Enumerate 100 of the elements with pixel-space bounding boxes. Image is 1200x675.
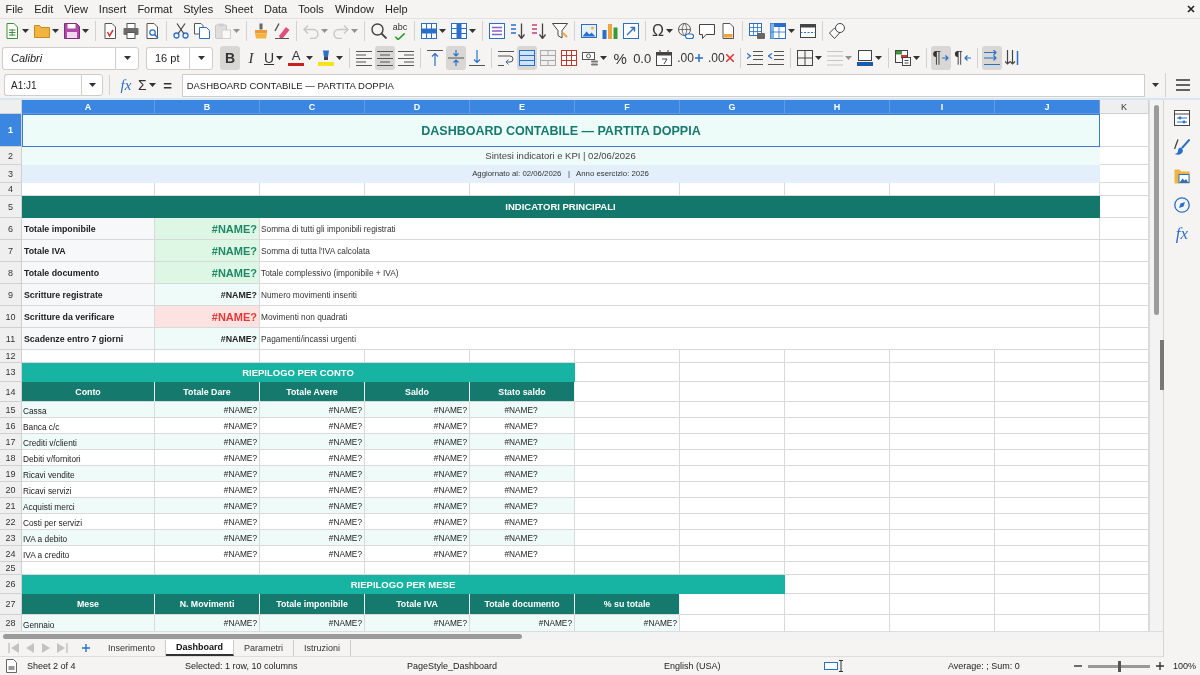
menu-item[interactable]: Window <box>329 0 380 18</box>
row-header[interactable]: 18 <box>0 450 22 467</box>
row-header[interactable]: 25 <box>0 562 22 576</box>
row-header[interactable]: 28 <box>0 615 22 632</box>
row-header[interactable]: 27 <box>0 594 22 616</box>
row-header[interactable]: 13 <box>0 363 22 383</box>
menu-item[interactable]: Format <box>131 0 178 18</box>
menu-item[interactable]: Insert <box>93 0 132 18</box>
row-header[interactable]: 9 <box>0 284 22 307</box>
percent-button[interactable]: % <box>610 46 631 70</box>
column-header[interactable]: F <box>575 100 680 115</box>
column-header[interactable]: I <box>890 100 995 115</box>
menu-item[interactable]: Styles <box>177 0 219 18</box>
bold-button[interactable]: B <box>220 46 240 70</box>
column-header[interactable]: E <box>470 100 575 115</box>
column-header[interactable]: D <box>365 100 470 115</box>
table-cell: #NAME? <box>365 615 470 632</box>
image-icon <box>581 23 597 40</box>
column-header[interactable]: H <box>785 100 890 115</box>
row-header[interactable]: 7 <box>0 240 22 263</box>
column-heading-cell: Totale imponibile <box>260 594 365 616</box>
function-wizard-button[interactable]: fx <box>116 74 136 97</box>
table-cell: #NAME? <box>260 615 365 632</box>
dropdown-button[interactable] <box>189 46 213 70</box>
align-middle-button[interactable] <box>446 46 467 70</box>
left-to-right-button[interactable]: ¶ <box>930 46 952 70</box>
row-header[interactable]: 11 <box>0 328 22 351</box>
special-character-button[interactable]: Ω <box>650 20 675 43</box>
zoom-in-button[interactable] <box>1156 662 1164 671</box>
row-header[interactable]: 6 <box>0 218 22 241</box>
row-header[interactable]: 8 <box>0 262 22 285</box>
zoom-out-button[interactable] <box>1074 665 1082 668</box>
menu-item[interactable]: Edit <box>28 0 59 18</box>
zoom-level: 100% <box>1173 661 1197 672</box>
row-header[interactable]: 19 <box>0 466 22 483</box>
row-header[interactable]: 17 <box>0 434 22 451</box>
row-header[interactable]: 2 <box>0 147 22 166</box>
column-header[interactable]: C <box>260 100 365 115</box>
row-header[interactable]: 22 <box>0 514 22 531</box>
functions-button[interactable]: fx <box>1169 222 1195 247</box>
column-header[interactable]: J <box>995 100 1100 115</box>
row-header[interactable]: 15 <box>0 402 22 419</box>
row-header[interactable]: 24 <box>0 546 22 563</box>
menu-item[interactable]: Sheet <box>218 0 259 18</box>
text-horizontal-button[interactable] <box>981 46 1002 70</box>
sum-info: Average: ; Sum: 0 <box>948 661 1020 672</box>
caret-icon <box>306 56 314 60</box>
column-header[interactable]: A <box>22 100 155 115</box>
row-header[interactable]: 23 <box>0 530 22 547</box>
table-cell: #NAME? <box>470 402 575 419</box>
row-header[interactable]: 10 <box>0 306 22 329</box>
row-header[interactable]: 5 <box>0 196 22 219</box>
indicator-value-cell: #NAME? <box>155 262 260 285</box>
row-header[interactable]: 26 <box>0 575 22 595</box>
dropdown-button[interactable] <box>115 46 139 70</box>
right-to-left-button[interactable]: ¶ <box>952 46 973 70</box>
sheet-tab[interactable]: Istruzioni <box>294 640 352 657</box>
sum-button[interactable]: Σ <box>136 74 158 97</box>
row-header[interactable]: 20 <box>0 482 22 499</box>
menu-item[interactable]: Data <box>258 0 293 18</box>
menu-item[interactable]: Help <box>379 0 414 18</box>
column-header[interactable]: B <box>155 100 260 115</box>
row-header[interactable]: 16 <box>0 418 22 435</box>
row-header[interactable]: 12 <box>0 350 22 364</box>
merge-center-button[interactable] <box>517 46 538 70</box>
font-color-button[interactable]: A <box>286 46 316 70</box>
column-header[interactable]: G <box>680 100 785 115</box>
row-header[interactable]: 4 <box>0 183 22 197</box>
formula-button[interactable]: = <box>157 74 178 97</box>
rectangle-cursor-icon <box>824 660 844 673</box>
formula-input-field[interactable]: DASHBOARD CONTABILE — PARTITA DOPPIA <box>181 73 1145 97</box>
font-name-field[interactable]: Calibri <box>2 46 115 70</box>
align-center-button[interactable] <box>375 46 396 70</box>
font-size-field[interactable]: 16 pt <box>146 46 189 70</box>
select-all-corner[interactable] <box>0 100 22 115</box>
sidebar-handle[interactable] <box>1160 340 1164 391</box>
menu-item[interactable]: Tools <box>292 0 330 18</box>
row-header[interactable]: 1 <box>0 114 22 148</box>
last-arrow-icon <box>56 642 68 655</box>
italic-button[interactable]: I <box>241 46 261 70</box>
sheet-tab[interactable]: Dashboard <box>166 640 235 657</box>
spelling-button[interactable]: abc <box>390 20 410 43</box>
row-header[interactable]: 3 <box>0 165 22 184</box>
menu-item[interactable]: File <box>0 0 29 18</box>
vertical-scrollbar-thumb[interactable] <box>1154 105 1159 316</box>
delete-decimal-button[interactable]: .00 <box>705 46 736 70</box>
name-box-field[interactable]: A1:J1 <box>4 74 81 97</box>
add-decimal-button[interactable]: .00 <box>675 46 705 70</box>
row-header[interactable]: 14 <box>0 382 22 403</box>
number-standard-button[interactable]: 0.0 <box>631 46 654 70</box>
sheet-tab[interactable]: Parametri <box>234 640 295 657</box>
zoom-slider-thumb[interactable] <box>1117 660 1121 672</box>
globe-link-icon <box>677 23 694 40</box>
column-heading-cell: Totale Dare <box>155 382 260 403</box>
column-header[interactable]: K <box>1100 100 1149 115</box>
menu-item[interactable]: View <box>58 0 94 18</box>
row-header[interactable]: 21 <box>0 498 22 515</box>
dropdown-button[interactable] <box>81 74 103 97</box>
horizontal-scrollbar-thumb[interactable] <box>3 633 522 639</box>
underline-button[interactable]: U <box>262 46 286 70</box>
